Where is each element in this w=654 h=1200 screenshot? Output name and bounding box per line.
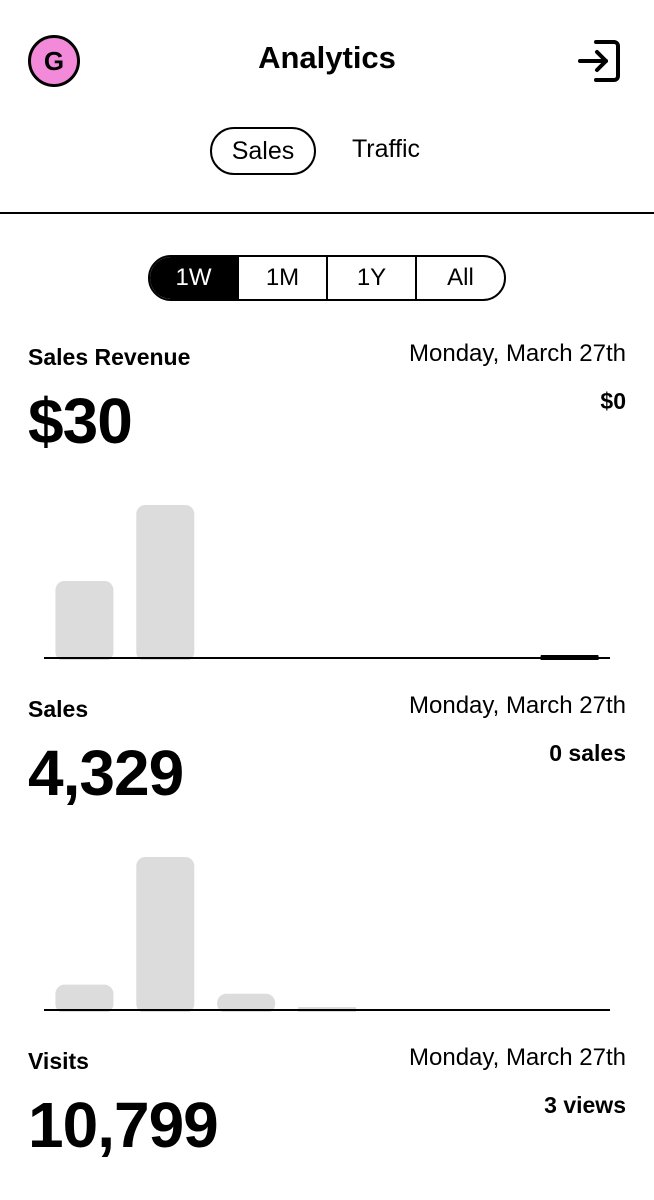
tab-bar: Sales Traffic xyxy=(0,127,654,175)
app-header: G Analytics xyxy=(0,0,654,120)
range-option-all[interactable]: All xyxy=(415,257,504,299)
sales-section: Sales Monday, March 27th 4,329 0 sales xyxy=(0,692,654,1022)
section-value: $30 xyxy=(28,385,133,457)
sales-chart[interactable] xyxy=(44,842,610,1012)
tab-label: Traffic xyxy=(351,135,421,163)
revenue-chart-svg xyxy=(44,505,610,660)
chart-bar[interactable] xyxy=(55,984,114,1012)
range-selector: 1W 1M 1Y All xyxy=(148,255,506,301)
chart-bar[interactable] xyxy=(55,581,114,660)
section-detail: $0 xyxy=(600,388,626,414)
section-date: Monday, March 27th xyxy=(409,340,626,367)
section-label: Sales Revenue xyxy=(28,344,191,370)
revenue-section: Sales Revenue Monday, March 27th $30 $0 xyxy=(0,340,654,670)
tab-sales[interactable]: Sales xyxy=(210,127,316,175)
page-title: Analytics xyxy=(258,40,396,75)
tab-traffic[interactable]: Traffic xyxy=(336,127,436,175)
section-detail: 3 views xyxy=(544,1092,626,1118)
visits-section: Visits Monday, March 27th 10,799 3 views xyxy=(0,1044,654,1200)
chart-bar[interactable] xyxy=(136,505,195,660)
revenue-chart[interactable] xyxy=(44,490,610,660)
section-date: Monday, March 27th xyxy=(409,692,626,719)
section-value: 4,329 xyxy=(28,737,184,809)
chart-bar[interactable] xyxy=(136,857,195,1012)
range-option-1y[interactable]: 1Y xyxy=(326,257,415,299)
tab-label: Sales xyxy=(231,137,295,165)
divider xyxy=(0,212,654,214)
section-detail: 0 sales xyxy=(549,740,626,766)
section-label: Sales xyxy=(28,696,89,722)
range-option-1w[interactable]: 1W xyxy=(150,257,237,299)
section-value: 10,799 xyxy=(28,1089,219,1161)
sales-chart-svg xyxy=(44,857,610,1012)
logout-icon[interactable] xyxy=(576,38,622,84)
section-label: Visits xyxy=(28,1048,89,1074)
section-date: Monday, March 27th xyxy=(409,1044,626,1071)
range-option-1m[interactable]: 1M xyxy=(237,257,326,299)
